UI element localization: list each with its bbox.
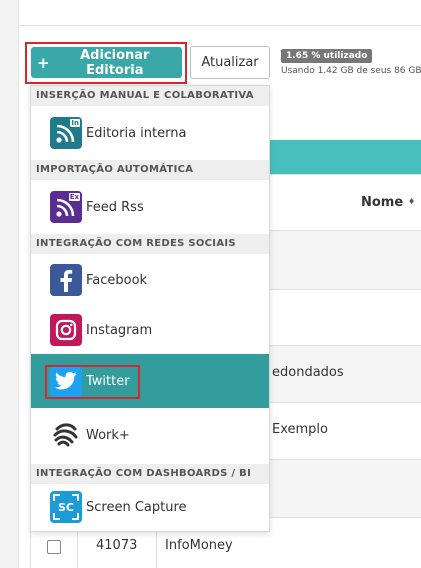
add-editoria-label: Adicionar Editoria [80,47,150,78]
menu-item-label: Editoria interna [86,125,187,141]
menu-item-label: Feed Rss [86,199,144,215]
usage-text: Usando 1.42 GB de seus 86 GB [281,66,421,76]
menu-item-label: Facebook [86,272,148,288]
sc-text: SC [58,500,74,514]
table-cell-name: Exemplo [272,422,328,437]
sort-icon[interactable]: ♦ [408,197,415,206]
menu-item-label: Instagram [86,322,153,338]
menu-item-label: Work+ [86,427,130,443]
table-row [270,231,421,289]
menu-item-feed-rss[interactable]: Ex Feed Rss [31,180,269,234]
add-editoria-button[interactable]: + Adicionar Editoria [31,47,182,78]
section-manual-collaborative: INSERÇÃO MANUAL E COLABORATIVA [31,86,269,106]
table-cell-name: edondados [272,365,344,380]
row-checkbox[interactable] [47,540,61,554]
usage-badge: 1.65 % utilizado [281,49,373,63]
row-divider [270,289,421,290]
table-cell-name: InfoMoney [165,538,233,553]
column-header-nome[interactable]: Nome [361,195,403,210]
section-social-networks: INTEGRAÇÃO COM REDES SOCIAIS [31,234,269,254]
rss-ex-icon: Ex [50,191,82,223]
menu-item-instagram[interactable]: Instagram [31,306,269,354]
row-divider [270,174,421,175]
add-editoria-dropdown: INSERÇÃO MANUAL E COLABORATIVA In Editor… [30,85,270,532]
work-plus-icon [50,419,82,451]
ex-tag: Ex [68,193,80,201]
row-divider [270,402,421,403]
menu-item-work-plus[interactable]: Work+ [31,408,269,462]
refresh-button[interactable]: Atualizar [190,46,270,79]
left-panel-edge [0,0,19,568]
table-header-bar [270,140,421,174]
section-automatic-import: IMPORTAÇÃO AUTOMÁTICA [31,160,269,180]
menu-item-facebook[interactable]: Facebook [31,254,269,306]
section-dashboards-bi: INTEGRAÇÃO COM DASHBOARDS / BI [31,464,269,484]
screen-capture-icon: SC [50,491,82,523]
instagram-icon [50,314,82,346]
menu-item-label: Screen Capture [86,499,187,515]
menu-item-editoria-interna[interactable]: In Editoria interna [31,106,269,160]
rss-in-icon: In [50,117,82,149]
top-divider [18,25,421,26]
facebook-icon [50,264,82,296]
in-tag: In [70,119,80,127]
plus-icon: + [37,53,50,72]
table-cell-id: 41073 [96,538,138,553]
table-row [270,460,421,517]
twitter-highlight [45,365,140,399]
menu-item-screen-capture[interactable]: SC Screen Capture [31,484,269,530]
